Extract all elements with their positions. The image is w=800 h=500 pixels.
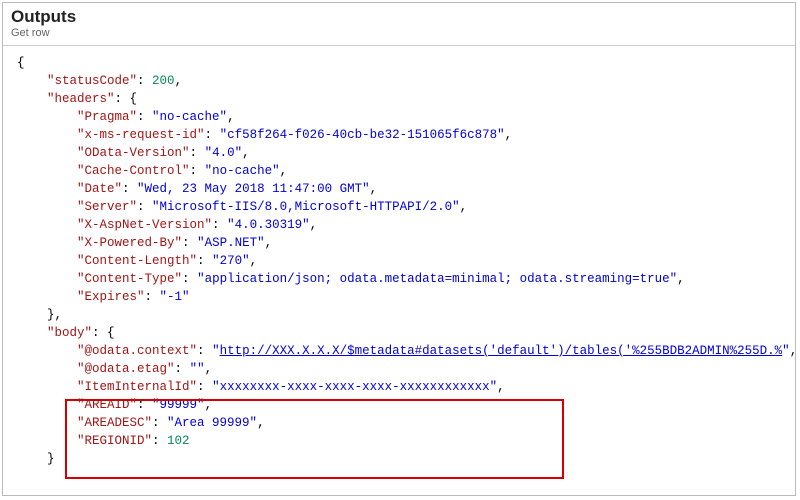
json-output[interactable]: { "statusCode": 200, "headers": { "Pragm… <box>3 46 795 478</box>
panel-title: Outputs <box>11 7 787 27</box>
panel-subtitle: Get row <box>11 27 787 39</box>
panel-header: Outputs Get row <box>3 3 795 41</box>
outputs-panel: Outputs Get row { "statusCode": 200, "he… <box>2 2 796 496</box>
